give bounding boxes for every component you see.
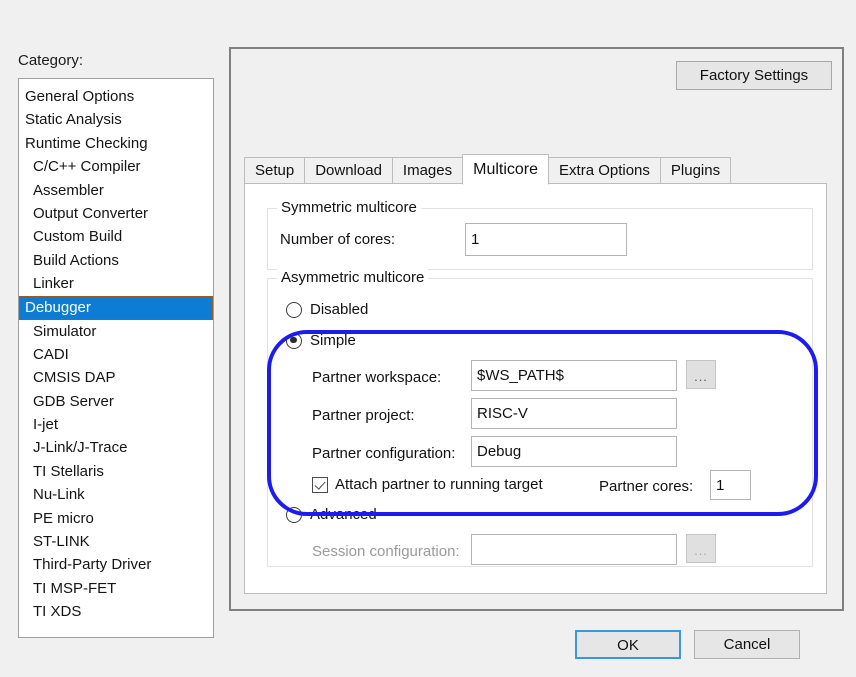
category-item-third-party-driver[interactable]: Third-Party Driver [19, 553, 213, 576]
number-of-cores-label: Number of cores: [280, 231, 396, 248]
tab-strip: Setup Download Images Multicore Extra Op… [244, 154, 732, 185]
options-panel: Factory Settings Setup Download Images M… [229, 47, 844, 611]
partner-configuration-input[interactable]: Debug [471, 436, 677, 467]
radio-advanced[interactable]: Advanced [286, 506, 377, 523]
session-configuration-browse-button: ... [686, 534, 716, 563]
category-item-custom-build[interactable]: Custom Build [19, 225, 213, 248]
tab-multicore[interactable]: Multicore [462, 154, 550, 185]
category-item-debugger[interactable]: Debugger [19, 295, 213, 320]
tab-plugins[interactable]: Plugins [659, 157, 732, 184]
radio-simple-label: Simple [310, 332, 356, 349]
ok-button[interactable]: OK [575, 630, 681, 659]
category-item-ti-msp-fet[interactable]: TI MSP-FET [19, 577, 213, 600]
category-item-st-link[interactable]: ST-LINK [19, 530, 213, 553]
radio-disabled-label: Disabled [310, 301, 369, 318]
category-item-general-options[interactable]: General Options [19, 85, 213, 108]
symmetric-multicore-group-title: Symmetric multicore [277, 199, 421, 216]
category-item-linker[interactable]: Linker [19, 272, 213, 295]
radio-disabled-icon [286, 301, 302, 318]
session-configuration-label: Session configuration: [312, 543, 460, 560]
category-item-simulator[interactable]: Simulator [19, 320, 213, 343]
tab-images[interactable]: Images [391, 157, 464, 184]
category-item-runtime-checking[interactable]: Runtime Checking [19, 132, 213, 155]
radio-disabled[interactable]: Disabled [286, 301, 368, 318]
tab-setup[interactable]: Setup [244, 157, 306, 184]
category-label: Category: [18, 52, 84, 69]
category-item-cmsis-dap[interactable]: CMSIS DAP [19, 366, 213, 389]
tab-download[interactable]: Download [304, 157, 393, 184]
radio-simple-icon [286, 332, 302, 349]
category-item-j-link-j-trace[interactable]: J-Link/J-Trace [19, 436, 213, 459]
partner-workspace-browse-button[interactable]: ... [686, 360, 716, 389]
category-item-static-analysis[interactable]: Static Analysis [19, 108, 213, 131]
category-item-ti-xds[interactable]: TI XDS [19, 600, 213, 623]
partner-configuration-label: Partner configuration: [312, 445, 456, 462]
category-item-c-cpp-compiler[interactable]: C/C++ Compiler [19, 155, 213, 178]
category-list[interactable]: General Options Static Analysis Runtime … [18, 78, 214, 638]
attach-partner-checkbox[interactable]: Attach partner to running target [312, 476, 543, 493]
number-of-cores-input[interactable]: 1 [465, 223, 627, 256]
category-item-nu-link[interactable]: Nu-Link [19, 483, 213, 506]
attach-partner-label: Attach partner to running target [335, 476, 543, 493]
cancel-button[interactable]: Cancel [694, 630, 800, 659]
asymmetric-multicore-group: Asymmetric multicore Disabled Simple Par… [267, 269, 813, 567]
checkmark-icon [312, 476, 328, 493]
radio-simple[interactable]: Simple [286, 332, 356, 349]
multicore-tab-panel: Symmetric multicore Number of cores: 1 A… [244, 183, 827, 594]
symmetric-multicore-group: Symmetric multicore Number of cores: 1 [267, 199, 813, 270]
category-item-assembler[interactable]: Assembler [19, 179, 213, 202]
category-item-i-jet[interactable]: I-jet [19, 413, 213, 436]
asymmetric-multicore-group-title: Asymmetric multicore [277, 269, 429, 286]
radio-advanced-label: Advanced [310, 506, 377, 523]
tab-extra-options[interactable]: Extra Options [548, 157, 661, 184]
radio-advanced-icon [286, 506, 302, 523]
category-item-output-converter[interactable]: Output Converter [19, 202, 213, 225]
partner-project-label: Partner project: [312, 407, 415, 424]
partner-cores-label: Partner cores: [599, 478, 694, 495]
partner-cores-input[interactable]: 1 [710, 470, 751, 500]
partner-workspace-input[interactable]: $WS_PATH$ [471, 360, 677, 391]
factory-settings-button[interactable]: Factory Settings [676, 61, 832, 90]
session-configuration-input[interactable] [471, 534, 677, 565]
category-item-cadi[interactable]: CADI [19, 343, 213, 366]
category-item-pe-micro[interactable]: PE micro [19, 507, 213, 530]
partner-workspace-label: Partner workspace: [312, 369, 442, 386]
category-panel: Category: General Options Static Analysi… [18, 53, 216, 638]
category-item-build-actions[interactable]: Build Actions [19, 249, 213, 272]
category-item-gdb-server[interactable]: GDB Server [19, 390, 213, 413]
partner-project-input[interactable]: RISC-V [471, 398, 677, 429]
category-item-ti-stellaris[interactable]: TI Stellaris [19, 460, 213, 483]
